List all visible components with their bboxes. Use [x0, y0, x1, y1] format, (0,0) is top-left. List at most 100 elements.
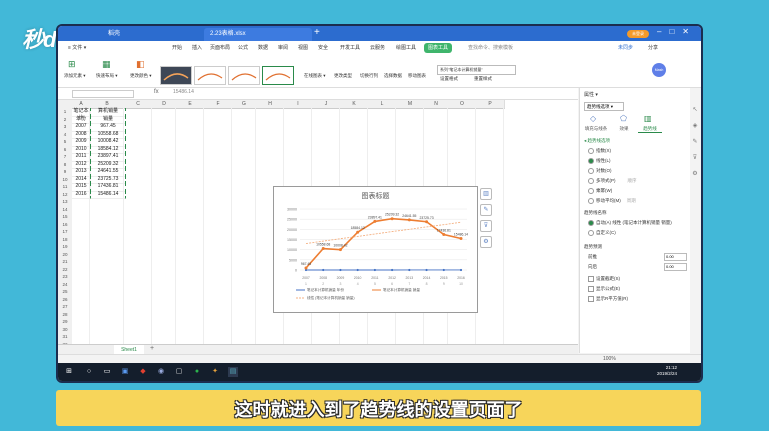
- x-tick-label[interactable]: 5: [374, 282, 376, 286]
- pane-title[interactable]: 属性 ▾: [584, 91, 598, 98]
- forward-input[interactable]: 0.00: [664, 253, 687, 261]
- menu-cloud[interactable]: 云服务: [370, 41, 385, 55]
- spreadsheet-grid[interactable]: ABCDEFGHIJKLMNOP 1 2 3 4 5 6 7 8 9 10 11 12 13 14 15 16…: [58, 100, 578, 362]
- data-point[interactable]: [338, 248, 342, 252]
- data-point[interactable]: [356, 230, 360, 234]
- data-label[interactable]: 15486.14: [454, 233, 468, 237]
- select-tool-icon[interactable]: ↖: [691, 106, 699, 114]
- name-box[interactable]: [72, 90, 134, 98]
- column-header[interactable]: O: [448, 100, 477, 109]
- x-tick-label[interactable]: 10: [459, 282, 463, 286]
- column-header[interactable]: L: [368, 100, 397, 109]
- app-blue-icon[interactable]: ◉: [156, 367, 166, 377]
- column-header[interactable]: C: [124, 100, 153, 109]
- formula-input[interactable]: 15486.14: [173, 89, 194, 95]
- x-category-label[interactable]: 2016: [457, 276, 465, 280]
- x-category-label[interactable]: 2009: [337, 276, 345, 280]
- data-point[interactable]: [322, 268, 325, 272]
- option-polynomial[interactable]: 多项式(P) 顺序: [588, 178, 637, 184]
- menu-security[interactable]: 安全: [318, 41, 328, 55]
- x-category-label[interactable]: 2010: [354, 276, 362, 280]
- x-category-label[interactable]: 2013: [406, 276, 414, 280]
- show-equation-option[interactable]: 显示公式(E): [588, 286, 620, 292]
- data-label[interactable]: 23897.41: [368, 215, 382, 219]
- option-name-auto[interactable]: 自动(A) 线性 (笔记本计算机销量 销量): [588, 220, 672, 226]
- chart-style-2[interactable]: [194, 66, 226, 85]
- linear-radio[interactable]: [588, 158, 594, 164]
- app-wps-icon[interactable]: ▤: [228, 367, 238, 377]
- trendline-icon[interactable]: ▥: [644, 114, 652, 123]
- section-trendline-options[interactable]: ◂ 趋势线选项: [584, 138, 610, 144]
- menu-drawing-tools[interactable]: 绘图工具: [396, 41, 416, 55]
- name-custom-radio[interactable]: [588, 230, 594, 236]
- data-label[interactable]: 967.45: [301, 262, 311, 266]
- data-label[interactable]: 24641.55: [402, 214, 416, 218]
- column-header[interactable]: K: [340, 100, 369, 109]
- tab-trendline[interactable]: 趋势线: [638, 126, 662, 133]
- fx-icon[interactable]: fx: [154, 89, 159, 95]
- app-green-icon[interactable]: ●: [192, 367, 202, 377]
- avatar[interactable]: Mash: [652, 63, 666, 77]
- x-category-label[interactable]: 2008: [319, 276, 327, 280]
- x-category-label[interactable]: 2011: [371, 276, 378, 280]
- y-tick-label[interactable]: 10000: [287, 248, 297, 252]
- logarithmic-radio[interactable]: [588, 168, 594, 174]
- x-tick-label[interactable]: 4: [357, 282, 359, 286]
- x-tick-label[interactable]: 8: [426, 282, 428, 286]
- select-data-button[interactable]: 选择数据: [384, 73, 402, 79]
- x-tick-label[interactable]: 9: [443, 282, 445, 286]
- x-tick-label[interactable]: 3: [339, 282, 341, 286]
- exponential-radio[interactable]: [588, 148, 594, 154]
- option-moving-average[interactable]: 移动平均(M) 周期: [588, 198, 636, 204]
- data-point[interactable]: [321, 247, 325, 251]
- app-multi-icon[interactable]: ✦: [210, 367, 220, 377]
- show-r2-option[interactable]: 显示R平方值(R): [588, 296, 628, 302]
- x-tick-label[interactable]: 7: [408, 282, 410, 286]
- chart-elements-icon[interactable]: ▥: [480, 188, 492, 200]
- option-power[interactable]: 乘幂(W): [588, 188, 612, 194]
- column-header[interactable]: F: [204, 100, 233, 109]
- power-radio[interactable]: [588, 188, 594, 194]
- y-tick-label[interactable]: 25000: [287, 218, 297, 222]
- menu-data[interactable]: 数据: [258, 41, 268, 55]
- legend-item[interactable]: 笔记本计算机销量 销量: [383, 287, 420, 292]
- column-header[interactable]: G: [232, 100, 257, 109]
- option-logarithmic[interactable]: 对数(O): [588, 168, 612, 174]
- data-point[interactable]: [304, 266, 308, 270]
- set-intercept-option[interactable]: 设置截距(S): [588, 276, 620, 282]
- y-tick-label[interactable]: 15000: [287, 238, 297, 242]
- legend-item[interactable]: 笔记本计算机销量 年份: [307, 287, 344, 292]
- column-header[interactable]: I: [284, 100, 313, 109]
- x-tick-label[interactable]: 2: [322, 282, 324, 286]
- filter-tool-icon[interactable]: ⊽: [691, 154, 699, 162]
- chart-plot[interactable]: 0 5000 10000 15000 20000 25000 30000 2007 1 2008 2…: [274, 187, 477, 312]
- format-button[interactable]: 设置格式: [440, 76, 458, 82]
- explorer-icon[interactable]: ▣: [120, 367, 130, 377]
- column-header[interactable]: M: [396, 100, 425, 109]
- data-point[interactable]: [339, 268, 342, 272]
- x-tick-label[interactable]: 1: [305, 282, 307, 286]
- column-header[interactable]: N: [424, 100, 449, 109]
- move-chart-button[interactable]: 移动图表: [408, 73, 426, 79]
- column-header[interactable]: H: [256, 100, 285, 109]
- change-color-button[interactable]: 更改颜色 ▾: [130, 73, 152, 79]
- data-label[interactable]: 17436.81: [437, 229, 451, 233]
- command-search[interactable]: 查找命令、搜索模板: [468, 41, 513, 55]
- chart[interactable]: 图表标题 0 5000 10000 15000 20000 25000 30000 2007 1…: [273, 186, 478, 313]
- series-line[interactable]: [305, 221, 462, 245]
- backward-input[interactable]: 0.00: [664, 263, 687, 271]
- chart-style-3[interactable]: [228, 66, 260, 85]
- x-tick-label[interactable]: 6: [391, 282, 393, 286]
- table-cell[interactable]: 15486.14: [90, 190, 126, 199]
- online-chart-button[interactable]: 在线图表 ▾: [304, 73, 326, 79]
- tab-docer[interactable]: 稻壳: [102, 28, 126, 41]
- legend-item[interactable]: 线性 (笔记本计算机销量 销量): [307, 295, 355, 300]
- data-point[interactable]: [356, 268, 359, 272]
- column-header[interactable]: P: [476, 100, 505, 109]
- sync-status[interactable]: 未同步: [618, 41, 633, 55]
- data-point[interactable]: [425, 220, 429, 224]
- data-point[interactable]: [442, 233, 446, 237]
- data-label[interactable]: 10008.42: [333, 244, 347, 248]
- menu-view[interactable]: 视图: [298, 41, 308, 55]
- x-category-label[interactable]: 2014: [423, 276, 431, 280]
